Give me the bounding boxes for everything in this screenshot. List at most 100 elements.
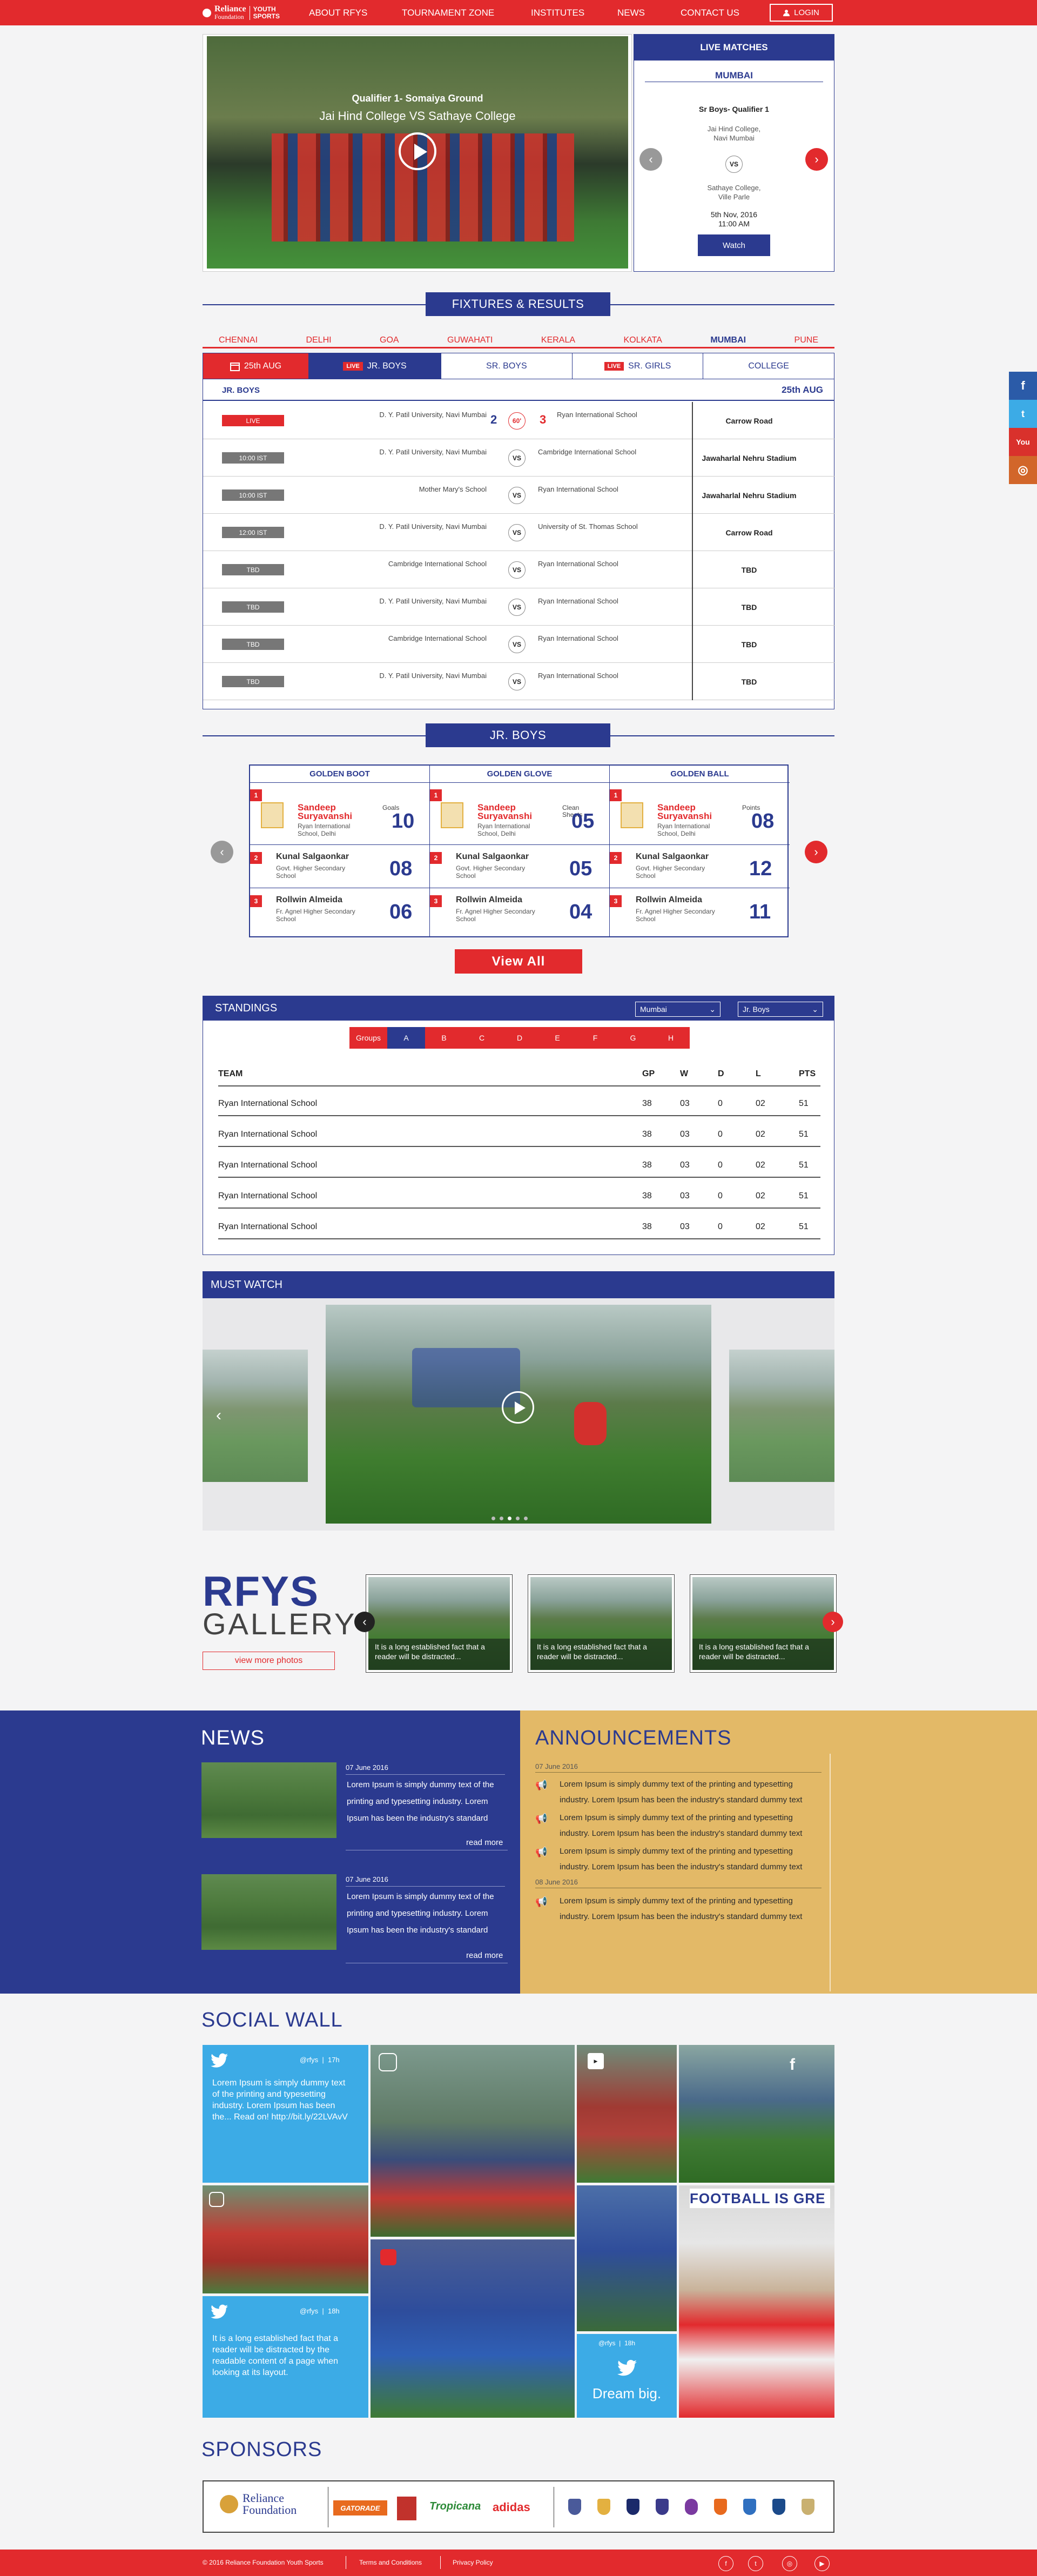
youtube-icon[interactable]: You	[1009, 428, 1037, 456]
player-name[interactable]: Rollwin Almeida	[636, 895, 702, 905]
city-tab-guwahati[interactable]: GUWAHATI	[447, 332, 493, 347]
dot-active[interactable]	[508, 1517, 511, 1520]
gallery-card[interactable]: It is a long established fact that a rea…	[366, 1574, 513, 1673]
dot[interactable]	[516, 1517, 520, 1520]
awards-prev-arrow-icon[interactable]: ‹	[211, 841, 233, 863]
awards-next-arrow-icon[interactable]: ›	[805, 841, 827, 863]
city-tab-chennai[interactable]: CHENNAI	[219, 332, 258, 347]
club-logo-icon[interactable]	[685, 2499, 698, 2515]
nav-tournament[interactable]: TOURNAMENT ZONE	[402, 0, 494, 25]
play-icon[interactable]	[399, 132, 436, 170]
table-row[interactable]: Ryan International School 38 03 0 02 51	[218, 1120, 820, 1147]
fixture-row[interactable]: TBD D. Y. Patil University, Navi Mumbai VS…	[203, 588, 835, 626]
fixture-row[interactable]: TBD D. Y. Patil University, Navi Mumbai VS…	[203, 663, 835, 700]
group-tab-h[interactable]: H	[652, 1027, 690, 1049]
social-photo[interactable]	[371, 2239, 575, 2418]
news-image[interactable]	[201, 1762, 336, 1838]
fixture-row[interactable]: LIVE D. Y. Patil University, Navi Mumbai 2…	[203, 402, 835, 439]
social-photo[interactable]: ▶	[577, 2045, 677, 2183]
group-tab-e[interactable]: E	[538, 1027, 576, 1049]
player-name[interactable]: Rollwin Almeida	[276, 895, 342, 905]
watch-button[interactable]: Watch	[698, 234, 770, 256]
video-thumb-main[interactable]	[326, 1305, 711, 1524]
player-name[interactable]: Kunal Salgaonkar	[636, 852, 709, 862]
live-next-arrow-icon[interactable]: ›	[805, 148, 828, 171]
fixture-row[interactable]: TBD Cambridge International School VS Ryan …	[203, 626, 835, 663]
chevron-left-icon[interactable]: ‹	[216, 1406, 221, 1425]
group-tab-b[interactable]: B	[425, 1027, 463, 1049]
read-more-link[interactable]: read more	[466, 1838, 503, 1847]
city-tab-delhi[interactable]: DELHI	[306, 332, 331, 347]
instagram-icon[interactable]: ◎	[1009, 456, 1037, 484]
sponsor-adidas[interactable]: adidas	[493, 2500, 530, 2514]
club-logo-icon[interactable]	[627, 2499, 639, 2515]
group-tab-c[interactable]: C	[463, 1027, 501, 1049]
dot[interactable]	[524, 1517, 528, 1520]
club-logo-icon[interactable]	[802, 2499, 814, 2515]
announcement-item[interactable]: 📢 Lorem Ipsum is simply dummy text of the…	[535, 1809, 821, 1841]
announcement-item[interactable]: 📢 Lorem Ipsum is simply dummy text of the…	[535, 1775, 821, 1808]
view-more-photos-link[interactable]: view more photos	[203, 1652, 335, 1670]
category-select[interactable]: Jr. Boys ⌄	[738, 1002, 823, 1017]
city-tab-kolkata[interactable]: KOLKATA	[623, 332, 662, 347]
tab-jr-boys[interactable]: LIVE JR. BOYS	[309, 353, 441, 379]
sponsor-crest-icon[interactable]	[397, 2497, 416, 2520]
tweet-tile[interactable]: @rfys | 17h Lorem Ipsum is simply dummy …	[203, 2045, 368, 2183]
instagram-icon[interactable]: ◎	[782, 2556, 797, 2571]
top-player-name[interactable]: Sandeep Suryavanshi	[657, 803, 712, 821]
table-row[interactable]: Ryan International School 38 03 0 02 51	[218, 1182, 820, 1209]
tweet-tile[interactable]: @rfys | 18h Dream big.	[577, 2334, 677, 2418]
fixture-row[interactable]: 10:00 IST D. Y. Patil University, Navi Mu…	[203, 439, 835, 477]
club-logo-icon[interactable]	[714, 2499, 727, 2515]
club-logo-icon[interactable]	[568, 2499, 581, 2515]
fixture-row[interactable]: 10:00 IST Mother Mary's School VS Ryan Inte…	[203, 477, 835, 514]
sponsor-reliance[interactable]: Reliance Foundation	[220, 2492, 297, 2516]
gallery-prev-arrow-icon[interactable]: ‹	[354, 1612, 375, 1632]
scrollbar[interactable]	[830, 1754, 831, 1991]
social-photo[interactable]	[203, 2185, 368, 2293]
player-name[interactable]: Kunal Salgaonkar	[456, 852, 529, 862]
club-logo-icon[interactable]	[743, 2499, 756, 2515]
social-photo[interactable]: f	[679, 2045, 834, 2183]
club-logo-icon[interactable]	[597, 2499, 610, 2515]
fixture-row[interactable]: 12:00 IST D. Y. Patil University, Navi Mu…	[203, 514, 835, 551]
club-logo-icon[interactable]	[656, 2499, 669, 2515]
table-row[interactable]: Ryan International School 38 03 0 02 51	[218, 1089, 820, 1116]
news-image[interactable]	[201, 1874, 336, 1950]
hero-video[interactable]: Qualifier 1- Somaiya Ground Jai Hind Col…	[207, 36, 628, 269]
nav-about[interactable]: ABOUT RFYS	[309, 0, 367, 25]
youtube-icon[interactable]: ▶	[814, 2556, 830, 2571]
facebook-icon[interactable]: f	[718, 2556, 733, 2571]
footer-privacy-link[interactable]: Privacy Policy	[453, 2559, 493, 2566]
club-logo-icon[interactable]	[772, 2499, 785, 2515]
nav-institutes[interactable]: INSTITUTES	[531, 0, 584, 25]
city-tab-goa[interactable]: GOA	[380, 332, 399, 347]
table-row[interactable]: Ryan International School 38 03 0 02 51	[218, 1151, 820, 1178]
city-tab-mumbai[interactable]: MUMBAI	[710, 332, 746, 347]
gallery-card[interactable]: It is a long established fact that a rea…	[528, 1574, 675, 1673]
top-player-name[interactable]: Sandeep Suryavanshi	[477, 803, 532, 821]
group-tab-a[interactable]: A	[387, 1027, 425, 1049]
social-photo[interactable]: FOOTBALL IS GRE	[679, 2185, 834, 2418]
brand-logo[interactable]: Reliance Foundation YOUTH SPORTS	[203, 2, 280, 23]
view-all-button[interactable]: View All	[455, 949, 582, 974]
gallery-card[interactable]: It is a long established fact that a rea…	[690, 1574, 837, 1673]
city-select[interactable]: Mumbai ⌄	[635, 1002, 720, 1017]
tweet-tile[interactable]: @rfys | 18h It is a long established fac…	[203, 2296, 368, 2418]
announcement-item[interactable]: 📢 Lorem Ipsum is simply dummy text of the…	[535, 1842, 821, 1875]
read-more-link[interactable]: read more	[466, 1951, 503, 1960]
group-tab-d[interactable]: D	[501, 1027, 538, 1049]
play-icon[interactable]	[502, 1391, 534, 1424]
tab-college[interactable]: COLLEGE	[703, 353, 834, 379]
fixture-row[interactable]: TBD Cambridge International School VS Ryan …	[203, 551, 835, 588]
player-name[interactable]: Rollwin Almeida	[456, 895, 522, 905]
live-prev-arrow-icon[interactable]: ‹	[639, 148, 662, 171]
sponsor-tropicana[interactable]: Tropicana	[429, 2500, 481, 2513]
date-tab[interactable]: 25th AUG	[203, 353, 309, 379]
sponsor-gatorade[interactable]: GATORADE	[333, 2500, 387, 2515]
dot[interactable]	[500, 1517, 503, 1520]
gallery-next-arrow-icon[interactable]: ›	[823, 1612, 843, 1632]
social-photo[interactable]	[577, 2185, 677, 2331]
facebook-icon[interactable]: f	[1009, 372, 1037, 400]
social-photo[interactable]	[371, 2045, 575, 2237]
